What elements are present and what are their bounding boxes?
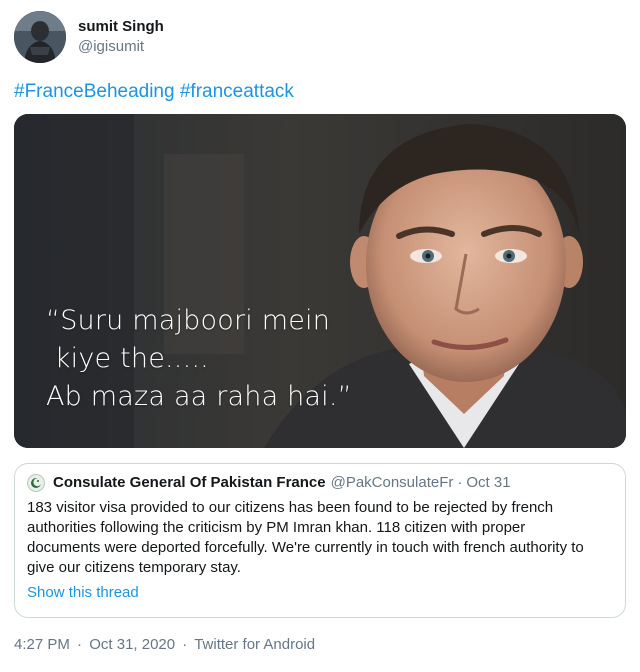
author-display-name[interactable]: sumit Singh — [78, 17, 164, 37]
tweet-date[interactable]: Oct 31, 2020 — [89, 636, 175, 653]
avatar[interactable] — [14, 11, 66, 63]
author-names: sumit Singh @igisumit — [78, 17, 164, 57]
tweet-time[interactable]: 4:27 PM — [14, 636, 70, 653]
tweet-text: #FranceBeheading #franceattack — [14, 80, 294, 104]
quoted-tweet-body: 183 visitor visa provided to our citizen… — [27, 499, 584, 576]
caption-line: “Suru majboori mein — [46, 305, 331, 336]
meta-separator: · — [457, 474, 463, 491]
quoted-display-name[interactable]: Consulate General Of Pakistan France — [53, 473, 326, 493]
quoted-date[interactable]: Oct 31 — [466, 473, 510, 493]
footer-separator: · — [77, 636, 83, 653]
tweet: sumit Singh @igisumit #FranceBeheading #… — [0, 0, 640, 672]
avatar-image — [14, 11, 66, 63]
quoted-avatar — [27, 474, 45, 492]
tweet-header: sumit Singh @igisumit — [14, 10, 164, 64]
quoted-tweet[interactable]: Consulate General Of Pakistan France @Pa… — [14, 463, 626, 618]
quoted-tweet-header: Consulate General Of Pakistan France @Pa… — [27, 473, 613, 493]
footer-separator: · — [182, 636, 188, 653]
hashtag-link[interactable]: #FranceBeheading — [14, 81, 175, 102]
quoted-handle[interactable]: @PakConsulateFr — [331, 473, 454, 493]
show-thread-link[interactable]: Show this thread — [27, 584, 613, 601]
author-handle[interactable]: @igisumit — [78, 37, 164, 57]
tweet-source[interactable]: Twitter for Android — [194, 636, 315, 653]
crescent-star-icon — [31, 478, 42, 488]
hashtag-link[interactable]: #franceattack — [180, 81, 294, 102]
tweet-footer: 4:27 PM · Oct 31, 2020 · Twitter for And… — [14, 635, 315, 655]
caption-line: Ab maza aa raha hai.” — [46, 381, 352, 412]
tweet-media-image[interactable]: “Suru majboori mein kiye the..... Ab maz… — [14, 114, 626, 448]
caption-line: kiye the..... — [46, 343, 209, 374]
image-caption-text: “Suru majboori mein kiye the..... Ab maz… — [46, 302, 352, 416]
